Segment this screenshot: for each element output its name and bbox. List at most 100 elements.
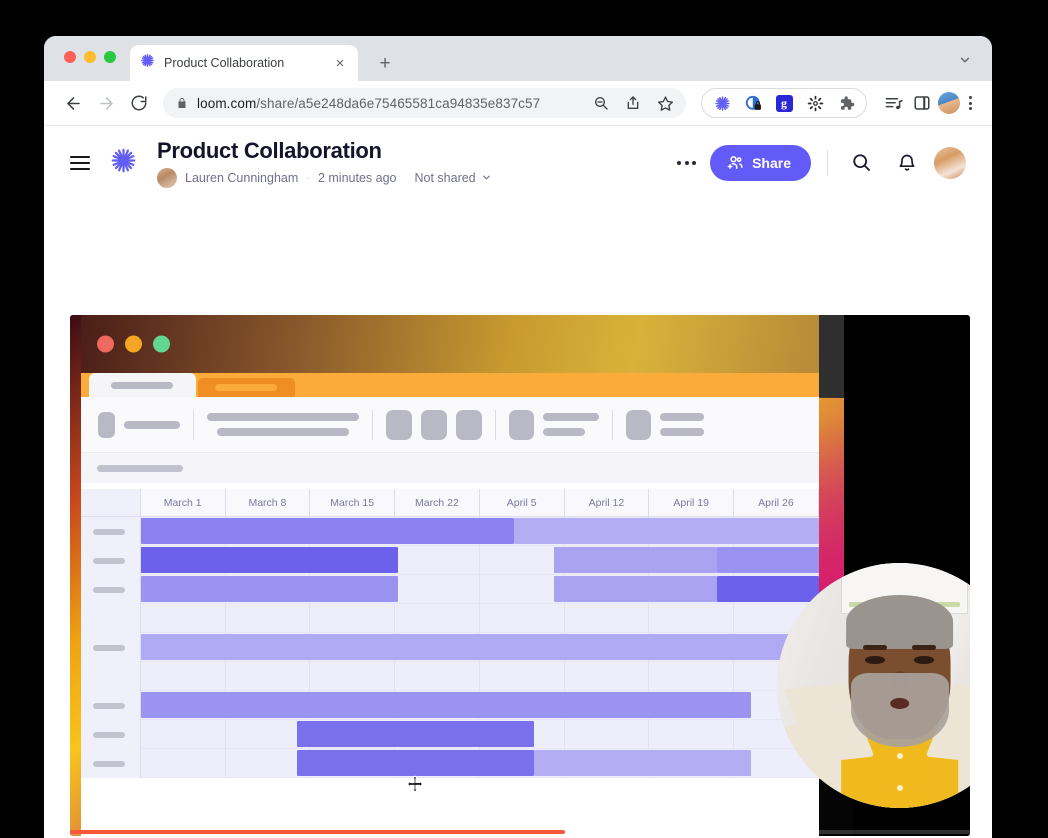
gantt-bar[interactable]: [554, 576, 718, 602]
gantt-column-header: April 26: [734, 489, 819, 516]
gantt-row: [80, 720, 819, 749]
gantt-row-name: [80, 575, 141, 604]
gantt-bar[interactable]: [554, 547, 718, 573]
side-panel-icon[interactable]: [909, 90, 935, 116]
gantt-cell: [564, 604, 650, 633]
browser-tabstrip: Product Collaboration × +: [44, 36, 992, 81]
gantt-task-label-placeholder: [92, 702, 125, 709]
gantt-bar[interactable]: [140, 634, 819, 660]
gantt-cell: [225, 662, 311, 691]
media-playlist-icon[interactable]: [880, 90, 906, 116]
loom-extension-icon[interactable]: [713, 94, 731, 112]
gantt-row-name: [80, 633, 141, 662]
toolbar-group-5: [613, 409, 717, 440]
user-avatar[interactable]: [934, 146, 966, 179]
share-icon[interactable]: [624, 94, 642, 112]
profile-avatar[interactable]: [938, 92, 960, 114]
gantt-cell: [479, 575, 565, 604]
gantt-row-name: [80, 662, 141, 691]
gantt-row: [80, 662, 819, 691]
url-text: loom.com/share/a5e248da6e75465581ca94835…: [197, 96, 540, 111]
video-progress-bar[interactable]: [70, 830, 970, 834]
gantt-bar[interactable]: [140, 518, 514, 544]
gantt-row-cells: [140, 662, 819, 691]
lock-icon: [176, 97, 188, 109]
gantt-column-header: March 1: [140, 489, 226, 516]
gantt-cell: [140, 604, 226, 633]
kebab-menu-icon[interactable]: [963, 96, 978, 110]
gantt-bar[interactable]: [296, 750, 535, 776]
share-button[interactable]: Share: [710, 144, 811, 181]
url-path: /share/a5e248da6e75465581ca94835e837c57: [256, 95, 541, 111]
tab-list-chevron-down-icon[interactable]: [958, 53, 972, 72]
puzzle-extensions-icon[interactable]: [837, 94, 855, 112]
gantt-cell: [395, 575, 480, 604]
shared-tab-active: [88, 373, 196, 397]
grammarly-icon[interactable]: g: [775, 94, 793, 112]
bell-icon[interactable]: [890, 146, 924, 180]
gantt-task-label-placeholder: [92, 760, 125, 767]
gantt-bar[interactable]: [140, 692, 751, 718]
reload-icon[interactable]: [124, 88, 154, 118]
gantt-cell: [564, 720, 650, 749]
more-options-icon[interactable]: [663, 151, 710, 175]
back-arrow-icon[interactable]: [58, 88, 88, 118]
shared-window-traffic-lights: [96, 335, 170, 353]
close-tab-button[interactable]: ×: [332, 56, 348, 71]
gantt-bar[interactable]: [140, 547, 399, 573]
gantt-task-label-placeholder: [92, 644, 125, 651]
extensions-pill: g: [701, 88, 867, 118]
gantt-bar[interactable]: [513, 518, 819, 544]
maximize-window-button[interactable]: [104, 51, 116, 63]
browser-tab-title: Product Collaboration: [164, 56, 285, 70]
gantt-task-label-placeholder: [92, 731, 125, 738]
gantt-row: [80, 546, 819, 575]
loom-burst-icon: [140, 53, 155, 73]
zoom-out-icon[interactable]: [592, 94, 610, 112]
status-badge: Not shared: [414, 170, 476, 185]
gantt-row-name: [80, 604, 141, 633]
sharing-status-dropdown[interactable]: Not shared: [414, 171, 491, 185]
gantt-column-header: April 12: [564, 489, 650, 516]
gantt-column-header: April 5: [479, 489, 565, 516]
settings-gear-icon[interactable]: [806, 94, 824, 112]
new-tab-button[interactable]: +: [374, 54, 396, 73]
author-avatar: [157, 167, 177, 188]
gantt-cell: [395, 546, 480, 575]
shared-minimize-light: [124, 335, 142, 353]
minimize-window-button[interactable]: [84, 51, 96, 63]
gantt-cell: [649, 604, 735, 633]
webcam-bubble: [777, 563, 970, 808]
gantt-bar[interactable]: [296, 721, 535, 747]
video-player[interactable]: March 1 March 8 March 15 March 22 April …: [70, 315, 970, 836]
search-icon[interactable]: [844, 146, 878, 180]
shared-tab-inactive: [197, 378, 295, 397]
loom-header-actions: Share: [663, 144, 966, 181]
forward-arrow-icon: [91, 88, 121, 118]
gantt-row-cells: [140, 517, 819, 546]
gantt-bar[interactable]: [534, 750, 751, 776]
gantt-rows: [80, 517, 819, 778]
gantt-cell: [225, 604, 311, 633]
gantt-cell: [310, 662, 396, 691]
hamburger-menu-icon[interactable]: [66, 152, 94, 174]
shared-screen-window: March 1 March 8 March 15 March 22 April …: [80, 315, 819, 836]
gantt-row-name: [80, 691, 141, 720]
gantt-row: [80, 517, 819, 546]
url-domain: loom.com: [197, 95, 257, 111]
gantt-row-cells: [140, 633, 819, 662]
star-icon[interactable]: [656, 94, 674, 112]
gantt-bar[interactable]: [140, 576, 399, 602]
browser-tab[interactable]: Product Collaboration ×: [130, 45, 358, 81]
gantt-row-cells: [140, 575, 819, 604]
gantt-column-header: March 8: [225, 489, 311, 516]
privacy-badger-icon[interactable]: [744, 94, 762, 112]
close-window-button[interactable]: [64, 51, 76, 63]
loom-logo-icon[interactable]: [110, 147, 137, 179]
gantt-row: [80, 691, 819, 720]
url-input[interactable]: loom.com/share/a5e248da6e75465581ca94835…: [163, 88, 686, 118]
gantt-task-label-placeholder: [92, 557, 125, 564]
shared-window-subbar: [80, 453, 819, 483]
meta-separator: ·: [306, 171, 310, 184]
gantt-row: [80, 575, 819, 604]
